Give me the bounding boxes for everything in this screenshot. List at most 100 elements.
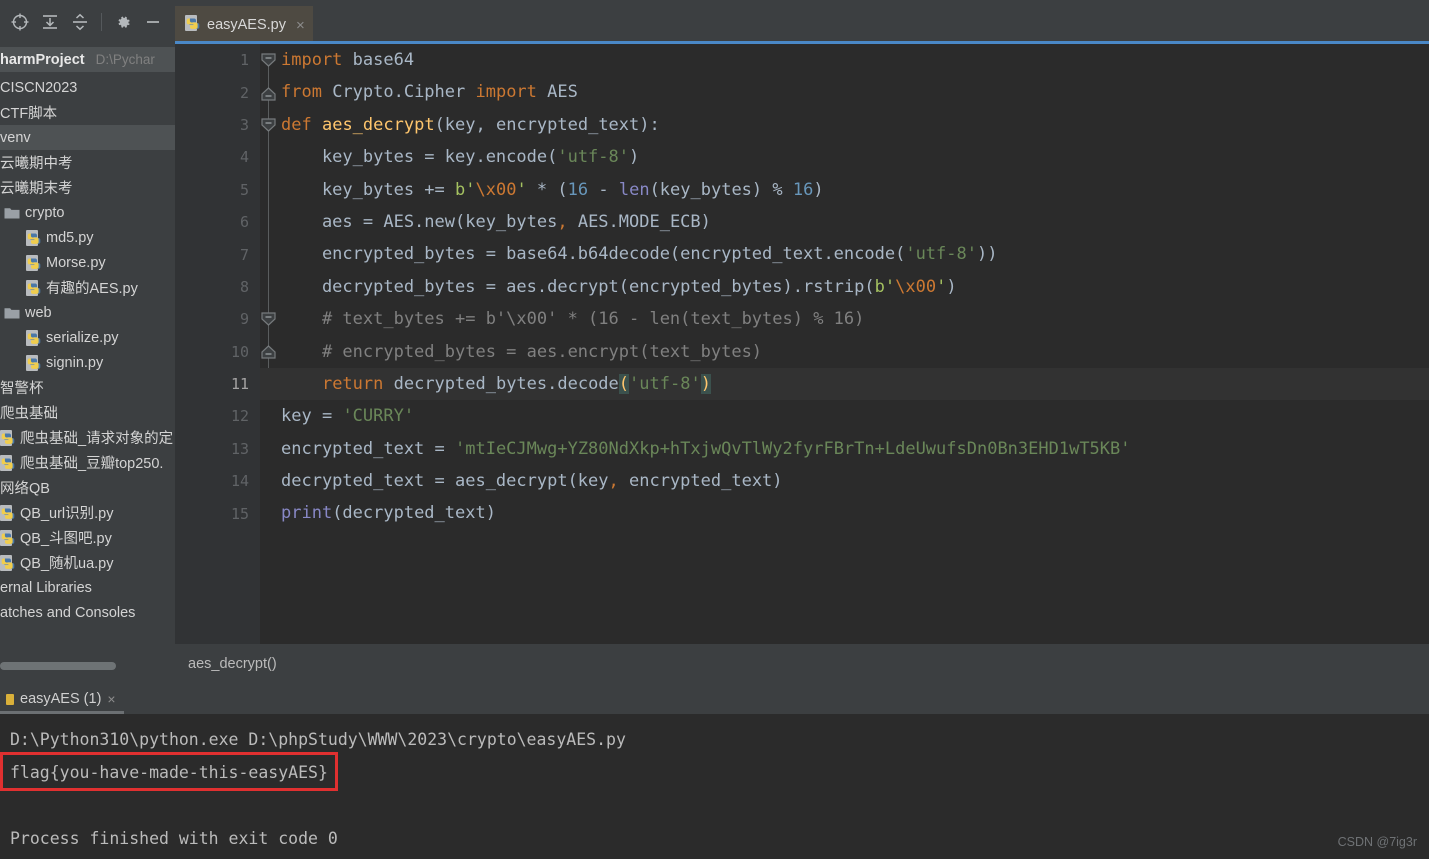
tree-item-node[interactable]: 网络QB <box>0 475 175 500</box>
tree-item-file[interactable]: 爬虫基础_豆瓣top250. <box>0 450 175 475</box>
line-number: 4 <box>239 148 249 167</box>
tree-item-label: 云曦期末考 <box>0 181 73 197</box>
tree-item-label: 爬虫基础_请求对象的定 <box>20 431 174 447</box>
tree-item-label: 爬虫基础_豆瓣top250. <box>20 456 164 472</box>
code-line[interactable]: aes = AES.new(key_bytes, AES.MODE_ECB) <box>260 206 1429 238</box>
code-token: encrypted_bytes = base64.b64decode(encry… <box>281 244 906 265</box>
line-number: 3 <box>239 115 249 134</box>
tree-item-file[interactable]: 有趣的AES.py <box>0 275 175 300</box>
code-token: ' <box>936 276 947 297</box>
code-token: AES <box>536 82 578 103</box>
close-icon[interactable]: × <box>107 691 115 707</box>
tree-item-label: signin.py <box>46 354 104 371</box>
minimize-icon[interactable] <box>139 8 167 36</box>
tree-item-node[interactable]: venv <box>0 125 175 150</box>
tree-item-node[interactable]: ernal Libraries <box>0 575 175 600</box>
tree-item-node[interactable]: 云曦期末考 <box>0 175 175 200</box>
project-tree[interactable]: harmProject D:\Pychar <box>0 44 175 72</box>
tab-strip-filler <box>321 0 1429 41</box>
python-file-icon <box>0 504 15 521</box>
tree-item-file[interactable]: QB_斗图吧.py <box>0 525 175 550</box>
project-horizontal-scrollbar[interactable] <box>0 662 116 670</box>
code-line[interactable]: return decrypted_bytes.decode('utf-8') <box>260 367 1429 401</box>
code-token: - <box>588 179 619 200</box>
tree-item-file[interactable]: 爬虫基础_请求对象的定 <box>0 425 175 450</box>
editor-tab-easyaes[interactable]: easyAES.py × <box>175 6 321 44</box>
tree-item-label: QB_斗图吧.py <box>20 531 112 547</box>
code-line[interactable]: key = 'CURRY' <box>260 400 1429 432</box>
code-token: )) <box>976 244 998 265</box>
code-line[interactable]: key_bytes += b'\x00' * (16 - len(key_byt… <box>260 174 1429 206</box>
tree-item-label: Morse.py <box>46 254 106 271</box>
tree-item-file[interactable]: signin.py <box>0 350 175 375</box>
code-token: 'utf-8' <box>905 244 977 265</box>
code-line[interactable]: # text_bytes += b'\x00' * (16 - len(text… <box>260 303 1429 335</box>
editor-tab-label: easyAES.py <box>207 17 286 33</box>
tree-item-label: CISCN2023 <box>0 79 78 96</box>
tree-item-file[interactable]: QB_随机ua.py <box>0 550 175 575</box>
code-token: ) <box>629 147 640 168</box>
project-toolbar <box>0 0 175 44</box>
line-number: 15 <box>230 504 249 523</box>
code-line[interactable]: decrypted_text = aes_decrypt(key, encryp… <box>260 465 1429 497</box>
code-line[interactable]: from Crypto.Cipher import AES <box>260 76 1429 108</box>
code-token: # text_bytes += b'\x00' * (16 - len(text… <box>281 309 865 330</box>
tree-item-node[interactable]: 智警杯 <box>0 375 175 400</box>
code-token: # encrypted_bytes = aes.encrypt(text_byt… <box>281 341 763 362</box>
project-tree-items[interactable]: CISCN2023 CTF脚本 venv 云曦期中考云曦期末考 crypto md5.… <box>0 72 175 625</box>
code-line[interactable]: def aes_decrypt(key, encrypted_text): <box>260 109 1429 141</box>
run-tool-window: easyAES (1) × D:\Python310\python.exe D:… <box>0 684 1429 859</box>
tree-item-file[interactable]: serialize.py <box>0 325 175 350</box>
breadcrumb[interactable]: aes_decrypt() <box>175 656 277 672</box>
tree-item-file[interactable]: md5.py <box>0 225 175 250</box>
code-line[interactable]: decrypted_bytes = aes.decrypt(encrypted_… <box>260 271 1429 303</box>
line-number: 7 <box>239 245 249 264</box>
expand-all-icon[interactable] <box>36 8 64 36</box>
code-token: b' <box>874 276 896 297</box>
code-text[interactable]: import base64 from Crypto.Cipher import A… <box>260 44 1429 644</box>
code-line[interactable]: import base64 <box>260 44 1429 76</box>
tree-item-label: md5.py <box>46 229 94 246</box>
code-token: print <box>281 503 333 524</box>
console-flag-line: flag{you-have-made-this-easyAES} <box>0 752 1429 791</box>
code-token: import <box>281 50 343 70</box>
python-file-icon <box>0 529 15 546</box>
tree-item-node[interactable]: 爬虫基础 <box>0 400 175 425</box>
tree-item-project[interactable]: harmProject D:\Pychar <box>0 47 175 72</box>
tree-item-label: venv <box>0 129 31 146</box>
line-number-gutter[interactable]: 1 2 3 4 5 6 7 8 9 10 11 12 13 14 15 <box>175 44 260 644</box>
code-token: = <box>311 406 343 427</box>
tree-item-file[interactable]: Morse.py <box>0 250 175 275</box>
code-line[interactable]: encrypted_text = 'mtIeCJMwg+YZ80NdXkp+hT… <box>260 433 1429 465</box>
collapse-all-icon[interactable] <box>66 8 94 36</box>
code-token: len <box>618 179 650 200</box>
code-token: from <box>281 82 322 103</box>
run-tab-easyaes[interactable]: easyAES (1) × <box>0 684 126 714</box>
code-line[interactable]: # encrypted_bytes = aes.encrypt(text_byt… <box>260 336 1429 368</box>
code-editor[interactable]: 1 2 3 4 5 6 7 8 9 10 11 12 13 14 15 impo… <box>175 44 1429 644</box>
tree-item-node[interactable]: 云曦期中考 <box>0 150 175 175</box>
tree-item-node[interactable]: CISCN2023 <box>0 75 175 100</box>
project-path: D:\Pychar <box>95 52 155 67</box>
code-token: ) <box>700 373 711 394</box>
line-number: 2 <box>239 83 249 102</box>
toolbar-divider <box>101 13 102 31</box>
gear-icon[interactable] <box>109 8 137 36</box>
tree-item-label: 有趣的AES.py <box>46 281 138 297</box>
code-line[interactable]: encrypted_bytes = base64.b64decode(encry… <box>260 238 1429 270</box>
code-line[interactable]: print(decrypted_text) <box>260 497 1429 529</box>
code-token: def <box>281 114 312 135</box>
code-token: 'utf-8' <box>557 147 629 168</box>
code-line[interactable]: key_bytes = key.encode('utf-8') <box>260 141 1429 173</box>
tree-item-file[interactable]: QB_url识别.py <box>0 500 175 525</box>
tree-item-node[interactable]: atches and Consoles <box>0 600 175 625</box>
tree-item-node[interactable]: crypto <box>0 200 175 225</box>
folder-icon <box>4 206 20 220</box>
tree-item-node[interactable]: web <box>0 300 175 325</box>
tree-item-node[interactable]: CTF脚本 <box>0 100 175 125</box>
console-output[interactable]: D:\Python310\python.exe D:\phpStudy\WWW\… <box>0 714 1429 859</box>
close-icon[interactable]: × <box>296 17 305 34</box>
locate-icon[interactable] <box>6 8 34 36</box>
python-file-icon <box>26 354 41 371</box>
